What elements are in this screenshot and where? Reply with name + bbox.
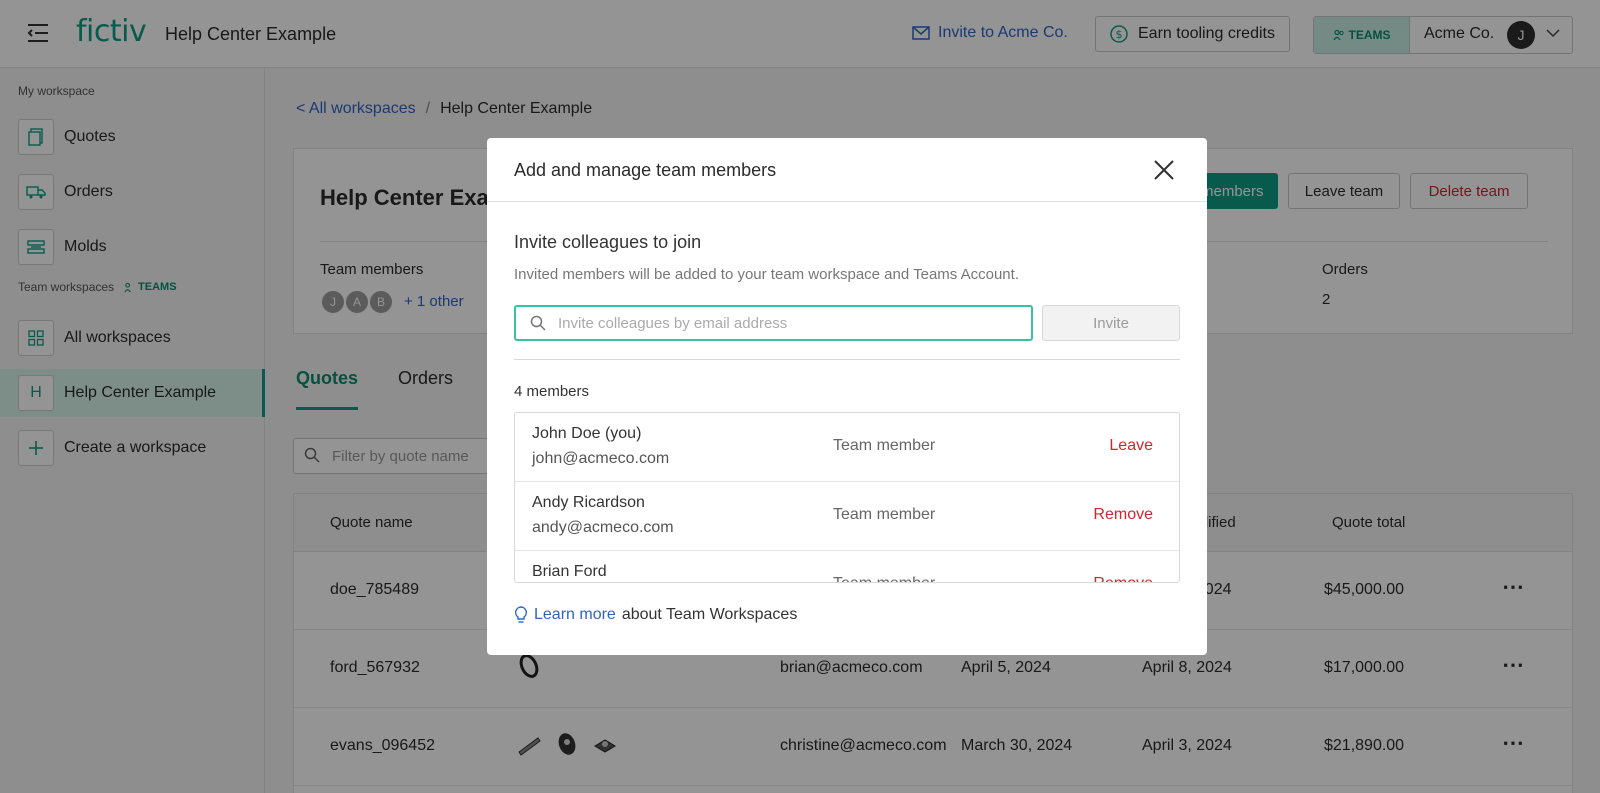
divider [487, 201, 1207, 202]
learn-more-suffix: about Team Workspaces [621, 606, 798, 623]
member-count: 4 members [514, 383, 590, 400]
learn-more-link[interactable]: Learn more [534, 606, 616, 624]
member-list[interactable]: John Doe (you) john@acmeco.com Team memb… [514, 412, 1180, 583]
email-invite-input[interactable]: Invite colleagues by email address [514, 305, 1033, 341]
search-icon [530, 315, 546, 331]
member-name: Andy Ricardson [532, 494, 645, 511]
manage-members-modal: Add and manage team members Invite colle… [487, 138, 1207, 655]
invite-heading: Invite colleagues to join [514, 232, 702, 252]
member-email: andy@acmeco.com [532, 519, 674, 536]
list-item: John Doe (you) john@acmeco.com Team memb… [515, 413, 1179, 482]
learn-more-row: Learn more about Team Workspaces [514, 606, 797, 624]
divider [514, 359, 1180, 360]
member-name: Brian Ford [532, 563, 607, 580]
remove-button[interactable]: Remove [1093, 506, 1153, 524]
member-role: Team member [833, 506, 936, 523]
list-item: Brian Ford Team member Remove [515, 551, 1179, 582]
leave-button[interactable]: Leave [1109, 437, 1153, 455]
email-placeholder: Invite colleagues by email address [558, 314, 788, 332]
close-icon[interactable] [1153, 159, 1175, 181]
member-email: john@acmeco.com [532, 450, 670, 467]
remove-button[interactable]: Remove [1093, 575, 1153, 582]
lightbulb-icon [514, 606, 528, 623]
member-role: Team member [833, 437, 936, 454]
member-name: John Doe (you) [532, 425, 642, 442]
list-item: Andy Ricardson andy@acmeco.com Team memb… [515, 482, 1179, 551]
modal-title: Add and manage team members [514, 160, 777, 180]
invite-description: Invited members will be added to your te… [514, 266, 1019, 283]
member-role: Team member [833, 575, 935, 582]
invite-button[interactable]: Invite [1042, 305, 1180, 341]
